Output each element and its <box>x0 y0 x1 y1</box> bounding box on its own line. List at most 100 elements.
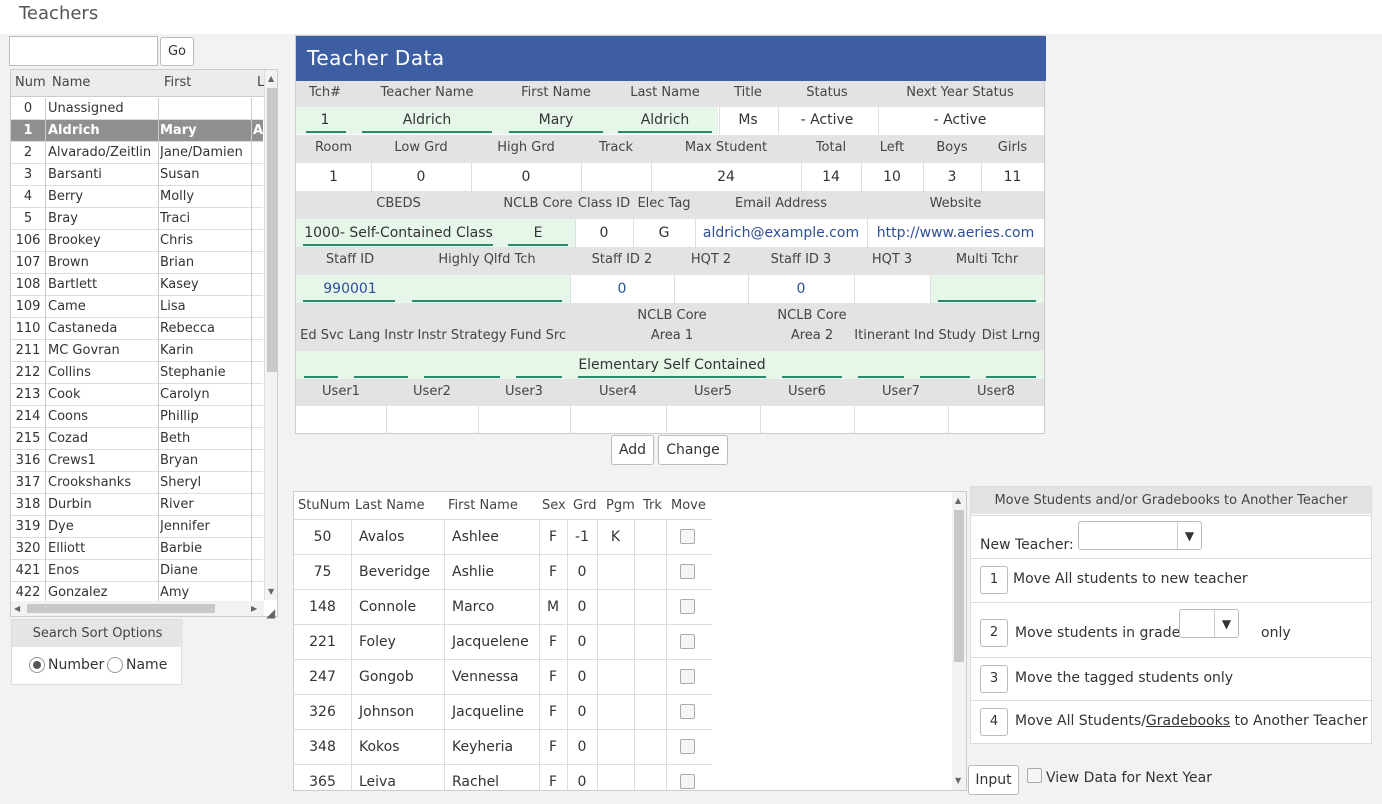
col-last-name-header[interactable]: Last Name <box>355 498 425 513</box>
move-grade-button[interactable]: 2 <box>980 619 1008 647</box>
move-tagged-button[interactable]: 3 <box>980 665 1008 693</box>
max-student-field[interactable]: 24 <box>651 169 801 185</box>
user3-field[interactable] <box>478 406 570 433</box>
teacher-list-row[interactable]: 320 Elliott Barbie <box>11 538 263 560</box>
elec-tag-field[interactable]: G <box>633 225 695 241</box>
col-grd-header[interactable]: Grd <box>573 498 596 513</box>
student-row[interactable]: 50 Avalos Ashlee F -1 K <box>294 519 712 555</box>
teacher-list-row[interactable]: 106 Brookey Chris <box>11 230 263 252</box>
col-num-header[interactable]: Num <box>15 75 46 90</box>
view-next-year-checkbox[interactable] <box>1027 768 1042 783</box>
status-field[interactable]: - Active <box>778 112 876 128</box>
teacher-list-row[interactable]: 2 Alvarado/Zeitlin Jane/Damien <box>11 142 263 164</box>
teacher-list-row[interactable]: 213 Cook Carolyn <box>11 384 263 406</box>
teacher-list-row[interactable]: 215 Cozad Beth <box>11 428 263 450</box>
col-trk-header[interactable]: Trk <box>643 498 662 513</box>
search-input[interactable] <box>9 36 158 66</box>
student-move-checkbox[interactable] <box>680 599 695 614</box>
nclb-core-area-1-field[interactable]: Elementary Self Contained <box>574 357 770 373</box>
gradebooks-link[interactable]: Gradebooks <box>1146 713 1230 729</box>
input-button[interactable]: Input <box>968 765 1019 795</box>
student-row[interactable]: 348 Kokos Keyheria F 0 <box>294 729 712 765</box>
cbeds-field[interactable]: 1000- Self-Contained Class <box>296 225 501 241</box>
students-vscrollbar[interactable]: ▲ ▼ <box>952 492 966 790</box>
student-row[interactable]: 326 Johnson Jacqueline F 0 <box>294 694 712 730</box>
student-row[interactable]: 221 Foley Jacquelene F 0 <box>294 624 712 660</box>
add-button[interactable]: Add <box>611 435 654 465</box>
scroll-up-icon[interactable]: ▲ <box>955 496 961 505</box>
room-field[interactable]: 1 <box>296 169 371 185</box>
teacher-list-row[interactable]: 212 Collins Stephanie <box>11 362 263 384</box>
new-teacher-select[interactable]: ▼ <box>1078 521 1202 550</box>
last-name-field[interactable]: Aldrich <box>612 112 718 128</box>
first-name-field[interactable]: Mary <box>500 112 612 128</box>
user1-field[interactable] <box>296 406 386 433</box>
col-first-name-header[interactable]: First Name <box>448 498 518 513</box>
teacher-list-row[interactable]: 107 Brown Brian <box>11 252 263 274</box>
student-move-checkbox[interactable] <box>680 669 695 684</box>
students-vscroll-thumb[interactable] <box>954 510 964 662</box>
class-id-field[interactable]: 0 <box>575 225 633 241</box>
nclb-core-field[interactable]: E <box>501 225 575 241</box>
teacher-list-row[interactable]: 1 Aldrich Mary A <box>11 120 263 142</box>
col-name-header[interactable]: Name <box>52 75 90 90</box>
teacher-list-row[interactable]: 318 Durbin River <box>11 494 263 516</box>
teacher-list-row[interactable]: 421 Enos Diane <box>11 560 263 582</box>
student-move-checkbox[interactable] <box>680 774 695 789</box>
sort-number-radio[interactable] <box>29 657 45 673</box>
student-row[interactable]: 247 Gongob Vennessa F 0 <box>294 659 712 695</box>
teacher-list-row[interactable]: 319 Dye Jennifer <box>11 516 263 538</box>
col-stunum-header[interactable]: StuNum <box>298 498 350 513</box>
teacher-name-field[interactable]: Aldrich <box>354 112 500 128</box>
student-row[interactable]: 148 Connole Marco M 0 <box>294 589 712 625</box>
teacher-list-row[interactable]: 109 Came Lisa <box>11 296 263 318</box>
staff-id-field[interactable]: 990001 <box>296 281 404 297</box>
title-field[interactable]: Ms <box>718 112 778 128</box>
teacher-list-row[interactable]: 108 Bartlett Kasey <box>11 274 263 296</box>
student-move-checkbox[interactable] <box>680 529 695 544</box>
go-button[interactable]: Go <box>160 37 194 66</box>
student-row[interactable]: 365 Leiva Rachel F 0 <box>294 764 712 790</box>
teacher-list-row[interactable]: 316 Crews1 Bryan <box>11 450 263 472</box>
col-first-header[interactable]: First <box>164 75 191 90</box>
user6-field[interactable] <box>760 406 854 433</box>
high-grd-field[interactable]: 0 <box>471 169 581 185</box>
teacher-list-hscrollbar[interactable]: ◀ ▶ <box>11 601 264 616</box>
teacher-list-hscroll-thumb[interactable] <box>27 604 215 613</box>
website-link[interactable]: http://www.aeries.com <box>867 225 1044 241</box>
tch-num-field[interactable]: 1 <box>296 112 354 128</box>
staff-id-3-field[interactable]: 0 <box>748 281 854 297</box>
teacher-list-vscroll-thumb[interactable] <box>267 88 277 372</box>
sort-name-radio[interactable] <box>107 657 123 673</box>
teacher-list-row[interactable]: 317 Crookshanks Sheryl <box>11 472 263 494</box>
user2-field[interactable] <box>386 406 478 433</box>
col-sex-header[interactable]: Sex <box>542 498 566 513</box>
move-gradebooks-button[interactable]: 4 <box>980 708 1008 736</box>
low-grd-field[interactable]: 0 <box>371 169 471 185</box>
student-row[interactable]: 75 Beveridge Ashlie F 0 <box>294 554 712 590</box>
scroll-right-icon[interactable]: ▶ <box>251 604 257 613</box>
email-address-field[interactable]: aldrich@example.com <box>695 225 867 241</box>
teacher-list-row[interactable]: 214 Coons Phillip <box>11 406 263 428</box>
scroll-down-icon[interactable]: ▼ <box>955 776 961 785</box>
teacher-list-row[interactable]: 4 Berry Molly <box>11 186 263 208</box>
move-all-button[interactable]: 1 <box>980 566 1008 594</box>
user4-field[interactable] <box>570 406 666 433</box>
student-move-checkbox[interactable] <box>680 564 695 579</box>
student-move-checkbox[interactable] <box>680 704 695 719</box>
grade-select[interactable]: ▼ <box>1179 609 1239 638</box>
scroll-down-icon[interactable]: ▼ <box>268 587 274 596</box>
student-move-checkbox[interactable] <box>680 634 695 649</box>
next-year-status-field[interactable]: - Active <box>876 112 1044 128</box>
scroll-up-icon[interactable]: ▲ <box>268 74 274 83</box>
teacher-list-row[interactable]: 5 Bray Traci <box>11 208 263 230</box>
change-button[interactable]: Change <box>658 435 728 465</box>
user8-field[interactable] <box>948 406 1044 433</box>
teacher-list-vscrollbar[interactable]: ▲ ▼ <box>264 70 277 600</box>
student-move-checkbox[interactable] <box>680 739 695 754</box>
scroll-left-icon[interactable]: ◀ <box>14 604 20 613</box>
teacher-list-row[interactable]: 3 Barsanti Susan <box>11 164 263 186</box>
staff-id-2-field[interactable]: 0 <box>570 281 674 297</box>
col-move-header[interactable]: Move <box>671 498 706 513</box>
user5-field[interactable] <box>666 406 760 433</box>
